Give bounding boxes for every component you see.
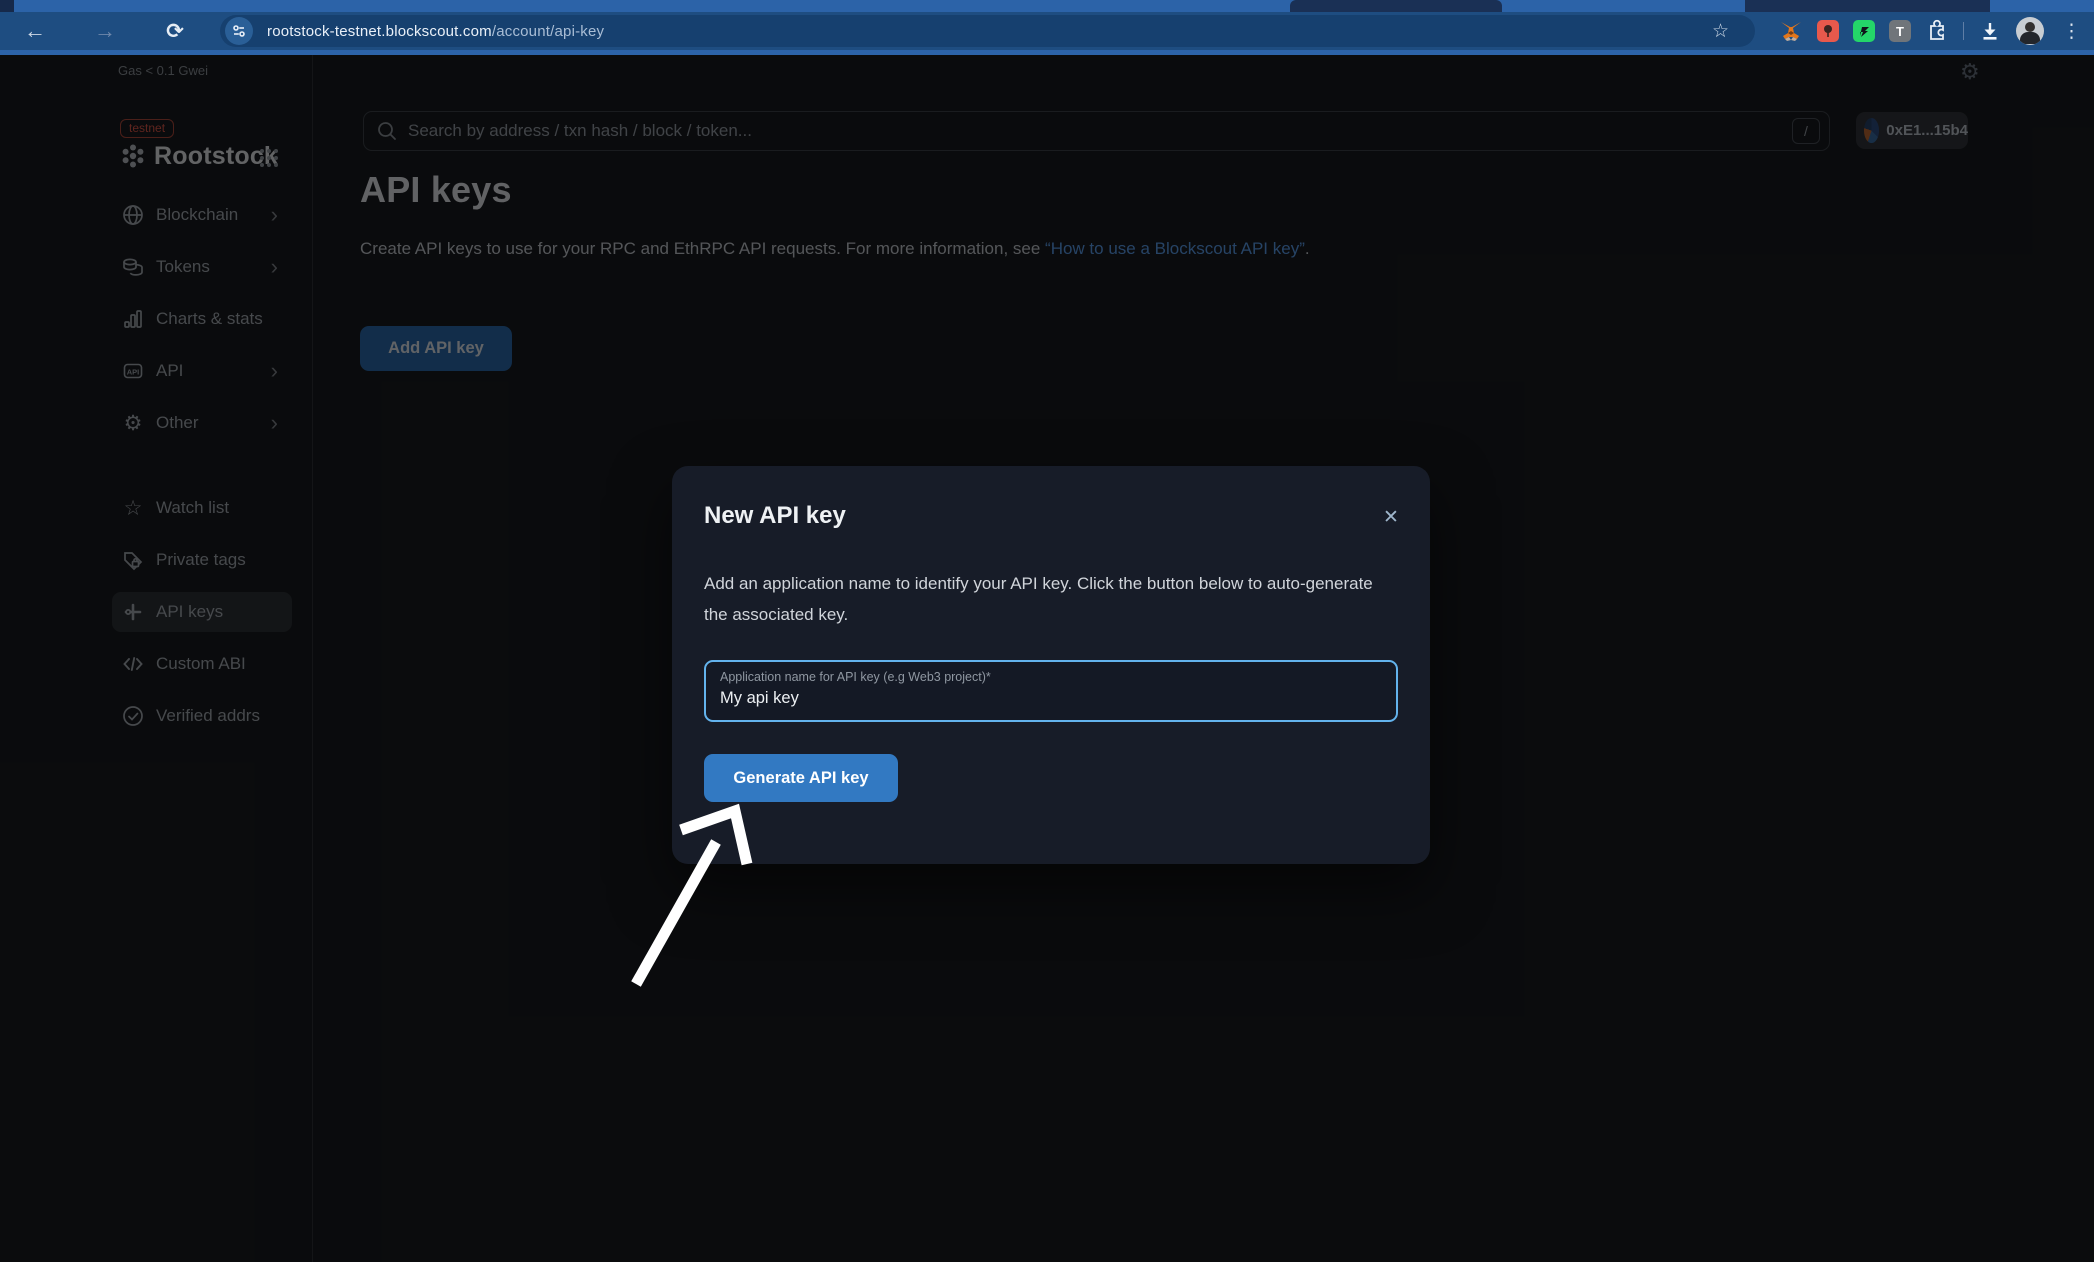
avatar-body-shape (2020, 32, 2040, 44)
tampermonkey-extension-icon[interactable]: T (1889, 20, 1911, 42)
browser-reload-button[interactable]: ⟳ (158, 14, 192, 48)
pin-glyph-icon (1822, 24, 1834, 38)
window-edge (0, 0, 14, 12)
green-extension-icon[interactable] (1853, 20, 1875, 42)
browser-profile-avatar[interactable] (2016, 17, 2044, 45)
downloads-icon[interactable] (1978, 19, 2002, 43)
browser-address-bar[interactable]: rootstock-testnet.blockscout.com/account… (220, 15, 1755, 47)
extensions-puzzle-icon[interactable] (1925, 19, 1949, 43)
bookmark-star-icon[interactable]: ☆ (1712, 20, 1729, 43)
url-host: rootstock-testnet.blockscout.com (267, 23, 492, 40)
application-name-input[interactable] (720, 689, 1380, 708)
browser-extensions-area: T ⋮ (1779, 17, 2081, 45)
application-name-field[interactable]: Application name for API key (e.g Web3 p… (704, 660, 1398, 722)
browser-forward-button[interactable]: → (88, 14, 122, 48)
generate-api-key-button[interactable]: Generate API key (704, 754, 898, 802)
browser-menu-kebab-icon[interactable]: ⋮ (2062, 20, 2081, 43)
browser-back-button[interactable]: ← (18, 14, 52, 48)
url-text[interactable]: rootstock-testnet.blockscout.com/account… (267, 23, 604, 40)
application-name-label: Application name for API key (e.g Web3 p… (720, 670, 991, 684)
url-path: /account/api-key (492, 23, 604, 40)
browser-tab-strip (0, 0, 2094, 12)
avatar-head-shape (2025, 22, 2035, 32)
flag-glyph-icon (1858, 25, 1871, 38)
modal-title: New API key (704, 502, 846, 530)
tune-icon (231, 23, 247, 39)
browser-toolbar: ← → ⟳ rootstock-testnet.blockscout.com/a… (0, 12, 2094, 50)
pin-extension-icon[interactable] (1817, 20, 1839, 42)
metamask-extension-icon[interactable] (1779, 19, 1803, 43)
new-api-key-modal: New API key ✕ Add an application name to… (672, 466, 1430, 864)
browser-tab[interactable] (1745, 0, 1990, 12)
close-icon[interactable]: ✕ (1378, 504, 1404, 530)
modal-body-text: Add an application name to identify your… (704, 568, 1398, 630)
browser-tab[interactable] (1290, 0, 1502, 12)
toolbar-separator (1963, 22, 1964, 40)
site-info-icon[interactable] (225, 17, 253, 45)
